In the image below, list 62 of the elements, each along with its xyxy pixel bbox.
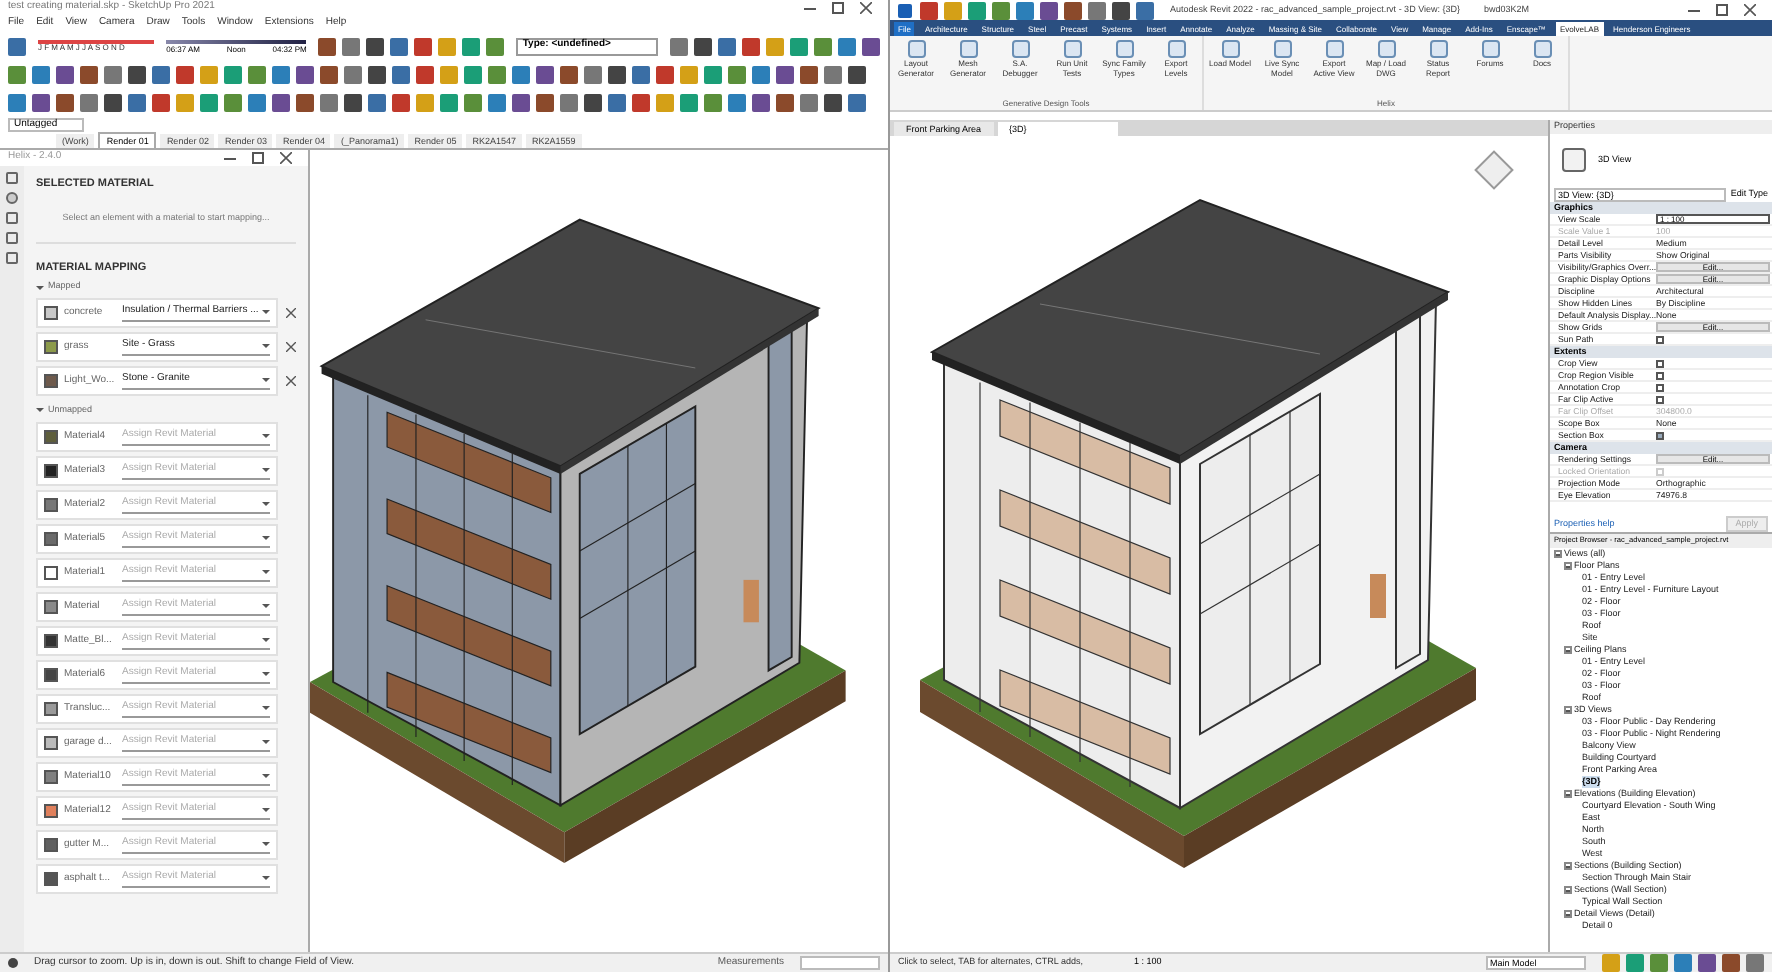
tool-icon xyxy=(907,40,925,58)
maximize-icon[interactable] xyxy=(1716,4,1728,16)
collapse-icon[interactable] xyxy=(1564,562,1572,570)
checkbox[interactable] xyxy=(1656,383,1664,391)
measurements-field[interactable] xyxy=(800,956,880,970)
checkbox[interactable] xyxy=(1656,335,1664,343)
checkbox[interactable] xyxy=(1656,371,1664,379)
caret-icon xyxy=(262,603,270,608)
tool-icon xyxy=(1377,40,1395,58)
caret-icon xyxy=(262,535,270,540)
caret-icon[interactable] xyxy=(36,408,44,413)
caret-icon xyxy=(262,501,270,506)
caret-icon xyxy=(262,467,270,472)
minimize-icon[interactable] xyxy=(1688,9,1700,11)
tool-icon xyxy=(1429,40,1447,58)
caret-icon xyxy=(262,433,270,438)
close-icon[interactable] xyxy=(280,152,292,164)
checkbox[interactable] xyxy=(1656,359,1664,367)
caret-icon xyxy=(262,841,270,846)
tool-icon xyxy=(1325,40,1343,58)
collapse-icon[interactable] xyxy=(1564,886,1572,894)
collapse-icon[interactable] xyxy=(1564,706,1572,714)
view-type-icon xyxy=(1562,148,1586,172)
minimize-icon[interactable] xyxy=(224,157,236,159)
tool-icon xyxy=(1011,40,1029,58)
caret-icon xyxy=(262,773,270,778)
tool-icon xyxy=(1481,40,1499,58)
caret-icon xyxy=(262,344,270,348)
maximize-icon[interactable] xyxy=(252,152,264,164)
close-icon[interactable] xyxy=(860,2,872,14)
remove-icon[interactable] xyxy=(286,376,296,386)
caret-icon xyxy=(262,705,270,710)
tool-icon xyxy=(1533,40,1551,58)
caret-icon xyxy=(262,310,270,314)
close-icon[interactable] xyxy=(1744,4,1756,16)
status-icon xyxy=(8,958,18,968)
caret-icon xyxy=(262,875,270,880)
tool-icon xyxy=(1273,40,1291,58)
remove-icon[interactable] xyxy=(286,308,296,318)
tool-icon xyxy=(1167,40,1185,58)
collapse-icon[interactable] xyxy=(1554,550,1562,558)
collapse-icon[interactable] xyxy=(1564,646,1572,654)
tool-icon xyxy=(1115,40,1133,58)
caret-icon xyxy=(262,671,270,676)
caret-icon xyxy=(262,378,270,382)
collapse-icon[interactable] xyxy=(1564,910,1572,918)
collapse-icon[interactable] xyxy=(1564,862,1572,870)
app-logo-icon[interactable] xyxy=(898,3,912,17)
caret-icon xyxy=(262,637,270,642)
checkbox[interactable] xyxy=(1656,395,1664,403)
caret-icon xyxy=(262,569,270,574)
remove-icon[interactable] xyxy=(286,342,296,352)
tool-icon xyxy=(959,40,977,58)
tool-icon xyxy=(1221,40,1239,58)
checkbox[interactable] xyxy=(1656,431,1664,439)
minimize-icon[interactable] xyxy=(804,7,816,9)
caret-icon xyxy=(262,807,270,812)
caret-icon xyxy=(262,739,270,744)
tool-icon xyxy=(1063,40,1081,58)
maximize-icon[interactable] xyxy=(832,2,844,14)
collapse-icon[interactable] xyxy=(1564,790,1572,798)
caret-icon[interactable] xyxy=(36,285,44,290)
